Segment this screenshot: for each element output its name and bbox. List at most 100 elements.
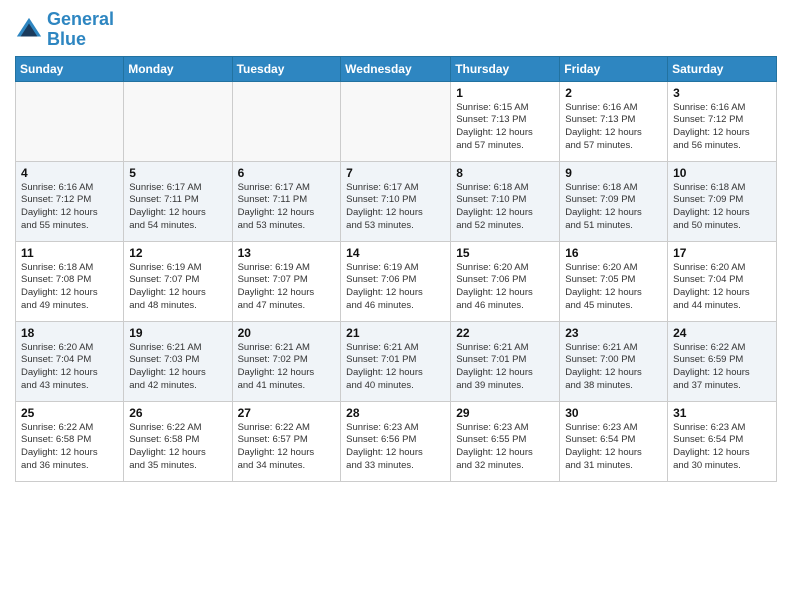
day-number: 31 [673,406,771,420]
calendar-day-cell: 9Sunrise: 6:18 AM Sunset: 7:09 PM Daylig… [560,161,668,241]
logo-text: General Blue [47,10,114,50]
calendar-day-header: Wednesday [341,56,451,81]
day-info: Sunrise: 6:20 AM Sunset: 7:04 PM Dayligh… [673,262,771,313]
day-info: Sunrise: 6:20 AM Sunset: 7:04 PM Dayligh… [21,342,118,393]
calendar-day-cell: 21 Sunrise: 6:21 AM Sunset: 7:01 PM Dayli… [341,321,451,401]
day-info: Sunrise: 6:16 AM Sunset: 7:13 PM Dayligh… [565,102,662,153]
day-info: Sunrise: 6:16 AM Sunset: 7:12 PM Dayligh… [21,182,118,233]
day-info: Sunrise: 6:19 AM Sunset: 7:07 PM Dayligh… [129,262,226,313]
calendar-table: SundayMondayTuesdayWednesdayThursdayFrid… [15,56,777,482]
calendar-day-cell: 23 Sunrise: 6:21 AM Sunset: 7:00 PM Dayli… [560,321,668,401]
calendar-day-cell: 10 Sunrise: 6:18 AM Sunset: 7:09 PM Dayli… [668,161,777,241]
day-info: Sunrise: 6:19 AM Sunset: 7:07 PM Dayligh… [238,262,336,313]
day-info: Sunrise: 6:18 AM Sunset: 7:10 PM Dayligh… [456,182,554,233]
logo-icon [15,16,43,44]
calendar-week-row: 11 Sunrise: 6:18 AM Sunset: 7:08 PM Dayli… [16,241,777,321]
day-info: Sunrise: 6:18 AM Sunset: 7:08 PM Dayligh… [21,262,118,313]
calendar-day-cell: 8 Sunrise: 6:18 AM Sunset: 7:10 PM Daylig… [451,161,560,241]
day-info: Sunrise: 6:16 AM Sunset: 7:12 PM Dayligh… [673,102,771,153]
calendar-day-cell: 6 Sunrise: 6:17 AM Sunset: 7:11 PM Daylig… [232,161,341,241]
day-info: Sunrise: 6:18 AM Sunset: 7:09 PM Dayligh… [565,182,662,233]
day-info: Sunrise: 6:22 AM Sunset: 6:58 PM Dayligh… [129,422,226,473]
day-info: Sunrise: 6:20 AM Sunset: 7:05 PM Dayligh… [565,262,662,313]
day-number: 29 [456,406,554,420]
day-number: 14 [346,246,445,260]
day-number: 1 [456,86,554,100]
day-number: 4 [21,166,118,180]
calendar-day-cell: 11 Sunrise: 6:18 AM Sunset: 7:08 PM Dayli… [16,241,124,321]
calendar-header-row: SundayMondayTuesdayWednesdayThursdayFrid… [16,56,777,81]
calendar-day-header: Thursday [451,56,560,81]
calendar-day-cell: 25Sunrise: 6:22 AM Sunset: 6:58 PM Dayli… [16,401,124,481]
day-number: 20 [238,326,336,340]
calendar-day-cell: 15 Sunrise: 6:20 AM Sunset: 7:06 PM Dayli… [451,241,560,321]
day-number: 22 [456,326,554,340]
day-info: Sunrise: 6:21 AM Sunset: 7:01 PM Dayligh… [456,342,554,393]
calendar-day-cell: 7 Sunrise: 6:17 AM Sunset: 7:10 PM Daylig… [341,161,451,241]
day-number: 18 [21,326,118,340]
calendar-day-header: Sunday [16,56,124,81]
day-number: 10 [673,166,771,180]
day-number: 28 [346,406,445,420]
calendar-day-header: Saturday [668,56,777,81]
day-info: Sunrise: 6:22 AM Sunset: 6:58 PM Dayligh… [21,422,118,473]
day-info: Sunrise: 6:17 AM Sunset: 7:11 PM Dayligh… [238,182,336,233]
calendar-day-cell: 3 Sunrise: 6:16 AM Sunset: 7:12 PM Daylig… [668,81,777,161]
day-info: Sunrise: 6:19 AM Sunset: 7:06 PM Dayligh… [346,262,445,313]
calendar-day-header: Friday [560,56,668,81]
day-info: Sunrise: 6:21 AM Sunset: 7:00 PM Dayligh… [565,342,662,393]
day-info: Sunrise: 6:17 AM Sunset: 7:10 PM Dayligh… [346,182,445,233]
day-number: 15 [456,246,554,260]
day-number: 5 [129,166,226,180]
day-number: 16 [565,246,662,260]
calendar-day-cell: 30 Sunrise: 6:23 AM Sunset: 6:54 PM Dayli… [560,401,668,481]
calendar-day-header: Tuesday [232,56,341,81]
day-number: 13 [238,246,336,260]
day-number: 12 [129,246,226,260]
day-number: 19 [129,326,226,340]
day-info: Sunrise: 6:22 AM Sunset: 6:57 PM Dayligh… [238,422,336,473]
day-number: 24 [673,326,771,340]
calendar-week-row: 1 Sunrise: 6:15 AM Sunset: 7:13 PM Daylig… [16,81,777,161]
day-number: 6 [238,166,336,180]
calendar-week-row: 4 Sunrise: 6:16 AM Sunset: 7:12 PM Daylig… [16,161,777,241]
calendar-day-cell [124,81,232,161]
calendar-day-cell: 20Sunrise: 6:21 AM Sunset: 7:02 PM Dayli… [232,321,341,401]
calendar-day-cell: 29 Sunrise: 6:23 AM Sunset: 6:55 PM Dayli… [451,401,560,481]
calendar-day-cell: 17 Sunrise: 6:20 AM Sunset: 7:04 PM Dayli… [668,241,777,321]
day-info: Sunrise: 6:22 AM Sunset: 6:59 PM Dayligh… [673,342,771,393]
day-number: 21 [346,326,445,340]
day-number: 26 [129,406,226,420]
day-number: 2 [565,86,662,100]
calendar-week-row: 18 Sunrise: 6:20 AM Sunset: 7:04 PM Dayli… [16,321,777,401]
day-info: Sunrise: 6:23 AM Sunset: 6:56 PM Dayligh… [346,422,445,473]
day-info: Sunrise: 6:23 AM Sunset: 6:54 PM Dayligh… [673,422,771,473]
calendar-day-cell: 4 Sunrise: 6:16 AM Sunset: 7:12 PM Daylig… [16,161,124,241]
day-number: 30 [565,406,662,420]
day-info: Sunrise: 6:15 AM Sunset: 7:13 PM Dayligh… [456,102,554,153]
day-number: 3 [673,86,771,100]
day-number: 8 [456,166,554,180]
calendar-day-cell [232,81,341,161]
day-info: Sunrise: 6:23 AM Sunset: 6:54 PM Dayligh… [565,422,662,473]
calendar-day-cell: 14 Sunrise: 6:19 AM Sunset: 7:06 PM Dayli… [341,241,451,321]
calendar-day-cell: 26 Sunrise: 6:22 AM Sunset: 6:58 PM Dayli… [124,401,232,481]
day-info: Sunrise: 6:21 AM Sunset: 7:03 PM Dayligh… [129,342,226,393]
calendar-day-cell [16,81,124,161]
day-number: 27 [238,406,336,420]
day-number: 17 [673,246,771,260]
calendar-day-cell: 16 Sunrise: 6:20 AM Sunset: 7:05 PM Dayli… [560,241,668,321]
day-info: Sunrise: 6:18 AM Sunset: 7:09 PM Dayligh… [673,182,771,233]
day-info: Sunrise: 6:23 AM Sunset: 6:55 PM Dayligh… [456,422,554,473]
day-info: Sunrise: 6:21 AM Sunset: 7:01 PM Dayligh… [346,342,445,393]
day-number: 11 [21,246,118,260]
day-number: 7 [346,166,445,180]
calendar-day-cell: 2 Sunrise: 6:16 AM Sunset: 7:13 PM Daylig… [560,81,668,161]
calendar-day-cell: 24 Sunrise: 6:22 AM Sunset: 6:59 PM Dayli… [668,321,777,401]
calendar-day-cell: 18 Sunrise: 6:20 AM Sunset: 7:04 PM Dayli… [16,321,124,401]
calendar-day-cell [341,81,451,161]
calendar-day-cell: 13 Sunrise: 6:19 AM Sunset: 7:07 PM Dayli… [232,241,341,321]
calendar-day-header: Monday [124,56,232,81]
day-info: Sunrise: 6:20 AM Sunset: 7:06 PM Dayligh… [456,262,554,313]
day-number: 23 [565,326,662,340]
